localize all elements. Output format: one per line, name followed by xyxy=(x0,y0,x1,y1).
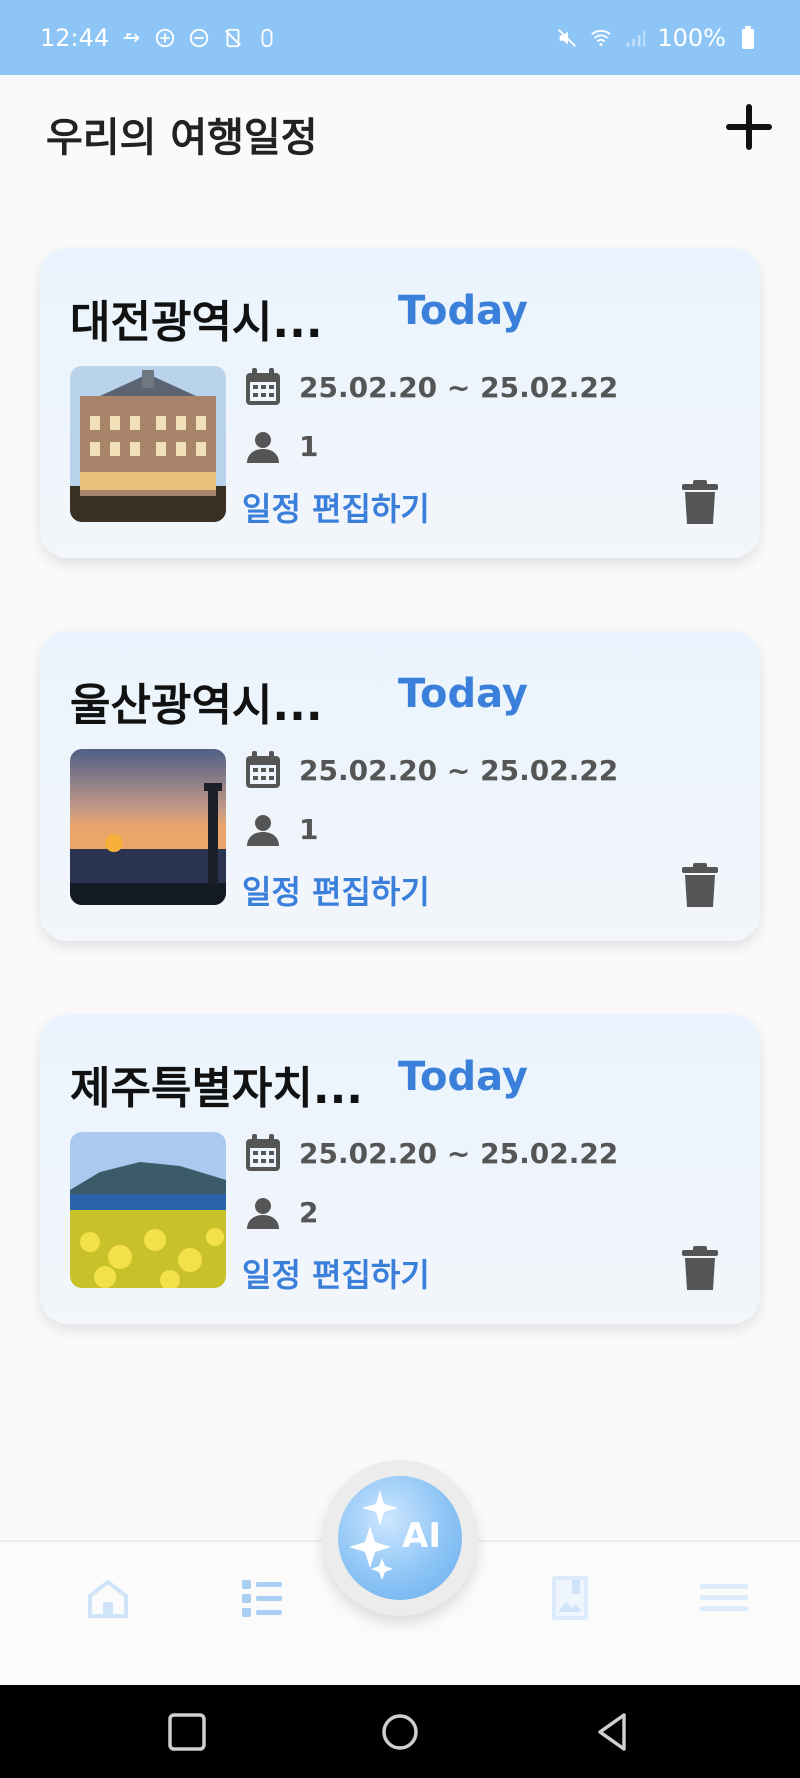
edit-trip-link[interactable]: 일정 편집하기 xyxy=(242,867,430,913)
menu-icon xyxy=(700,1584,748,1611)
battery-icon xyxy=(736,25,760,50)
canola-field-photo xyxy=(70,1132,226,1288)
map-icon xyxy=(552,1576,588,1620)
trip-thumbnail xyxy=(70,1132,226,1288)
plus-icon xyxy=(726,104,772,150)
status-time: 12:44 xyxy=(40,23,110,52)
sparkle-icon xyxy=(349,1490,398,1580)
battery-percent: 100% xyxy=(657,23,726,52)
trip-thumbnail xyxy=(70,749,226,905)
square-icon xyxy=(168,1713,206,1751)
trip-dates-row: 25.02.20 ~ 25.02.22 xyxy=(245,368,618,406)
trip-dates: 25.02.20 ~ 25.02.22 xyxy=(299,1136,619,1170)
edit-trip-link[interactable]: 일정 편집하기 xyxy=(242,484,430,530)
back-button[interactable] xyxy=(590,1709,636,1755)
trip-card[interactable]: 울산광역시... Today 25.02.20 ~ 25.02.22 1 일정 … xyxy=(40,631,760,941)
person-icon xyxy=(247,814,279,846)
trip-people-count: 1 xyxy=(299,813,319,846)
page-title: 우리의 여행일정 xyxy=(46,115,318,161)
delete-trip-button[interactable] xyxy=(680,480,720,526)
delete-trip-button[interactable] xyxy=(680,1246,720,1292)
trip-people-row: 1 xyxy=(245,430,318,463)
nav-home-button[interactable] xyxy=(80,1570,136,1626)
ai-label: AI xyxy=(402,1516,441,1556)
notification-icon xyxy=(255,26,279,50)
status-bar-left: 12:44 xyxy=(40,24,279,52)
trip-thumbnail xyxy=(70,366,226,522)
header: 우리의 여행일정 xyxy=(0,75,800,185)
trip-card[interactable]: 제주특별자치... Today 25.02.20 ~ 25.02.22 2 일정… xyxy=(40,1014,760,1324)
trip-people-count: 2 xyxy=(299,1196,319,1229)
edit-trip-link[interactable]: 일정 편집하기 xyxy=(242,1250,430,1296)
sync-icon xyxy=(187,26,211,50)
trash-icon xyxy=(682,1246,718,1290)
sync-icon xyxy=(153,26,177,50)
no-sim-icon xyxy=(221,26,245,50)
trash-icon xyxy=(682,480,718,524)
person-icon xyxy=(247,1197,279,1229)
today-badge: Today xyxy=(398,288,528,334)
ai-button[interactable]: AI xyxy=(338,1476,462,1600)
sunset-lighthouse-photo xyxy=(70,749,226,905)
status-bar: 12:44 100% xyxy=(0,0,800,75)
trip-dates: 25.02.20 ~ 25.02.22 xyxy=(299,753,619,787)
trip-people-row: 2 xyxy=(245,1196,318,1229)
status-bar-right: 100% xyxy=(555,24,760,52)
home-icon xyxy=(88,1579,128,1618)
nav-menu-button[interactable] xyxy=(696,1570,752,1626)
trip-dates-row: 25.02.20 ~ 25.02.22 xyxy=(245,751,618,789)
usb-icon xyxy=(119,26,143,50)
trip-card[interactable]: 대전광역시... Today 25.02.20 ~ 25.02.22 1 일정 … xyxy=(40,248,760,558)
calendar-icon xyxy=(246,751,280,788)
signal-icon xyxy=(623,26,647,50)
recent-apps-button[interactable] xyxy=(164,1709,210,1755)
add-trip-button[interactable] xyxy=(723,101,775,153)
trip-dates-row: 25.02.20 ~ 25.02.22 xyxy=(245,1134,618,1172)
today-badge: Today xyxy=(398,671,528,717)
today-badge: Today xyxy=(398,1054,528,1100)
building-photo xyxy=(70,366,226,522)
trip-title: 제주특별자치... xyxy=(70,1063,364,1114)
delete-trip-button[interactable] xyxy=(680,863,720,909)
trash-icon xyxy=(682,863,718,907)
list-icon xyxy=(242,1580,282,1617)
calendar-icon xyxy=(246,1134,280,1171)
person-icon xyxy=(247,431,279,463)
system-nav-bar xyxy=(0,1685,800,1778)
mute-icon xyxy=(555,26,579,50)
trip-title: 대전광역시... xyxy=(70,297,323,348)
calendar-icon xyxy=(246,368,280,405)
nav-map-button[interactable] xyxy=(542,1570,598,1626)
trip-dates: 25.02.20 ~ 25.02.22 xyxy=(299,370,619,404)
trip-title: 울산광역시... xyxy=(70,680,323,731)
wifi-icon xyxy=(589,26,613,50)
home-system-button[interactable] xyxy=(377,1709,423,1755)
nav-list-button[interactable] xyxy=(234,1570,290,1626)
trip-people-count: 1 xyxy=(299,430,319,463)
triangle-back-icon xyxy=(598,1713,626,1751)
trip-people-row: 1 xyxy=(245,813,318,846)
circle-icon xyxy=(382,1714,418,1750)
